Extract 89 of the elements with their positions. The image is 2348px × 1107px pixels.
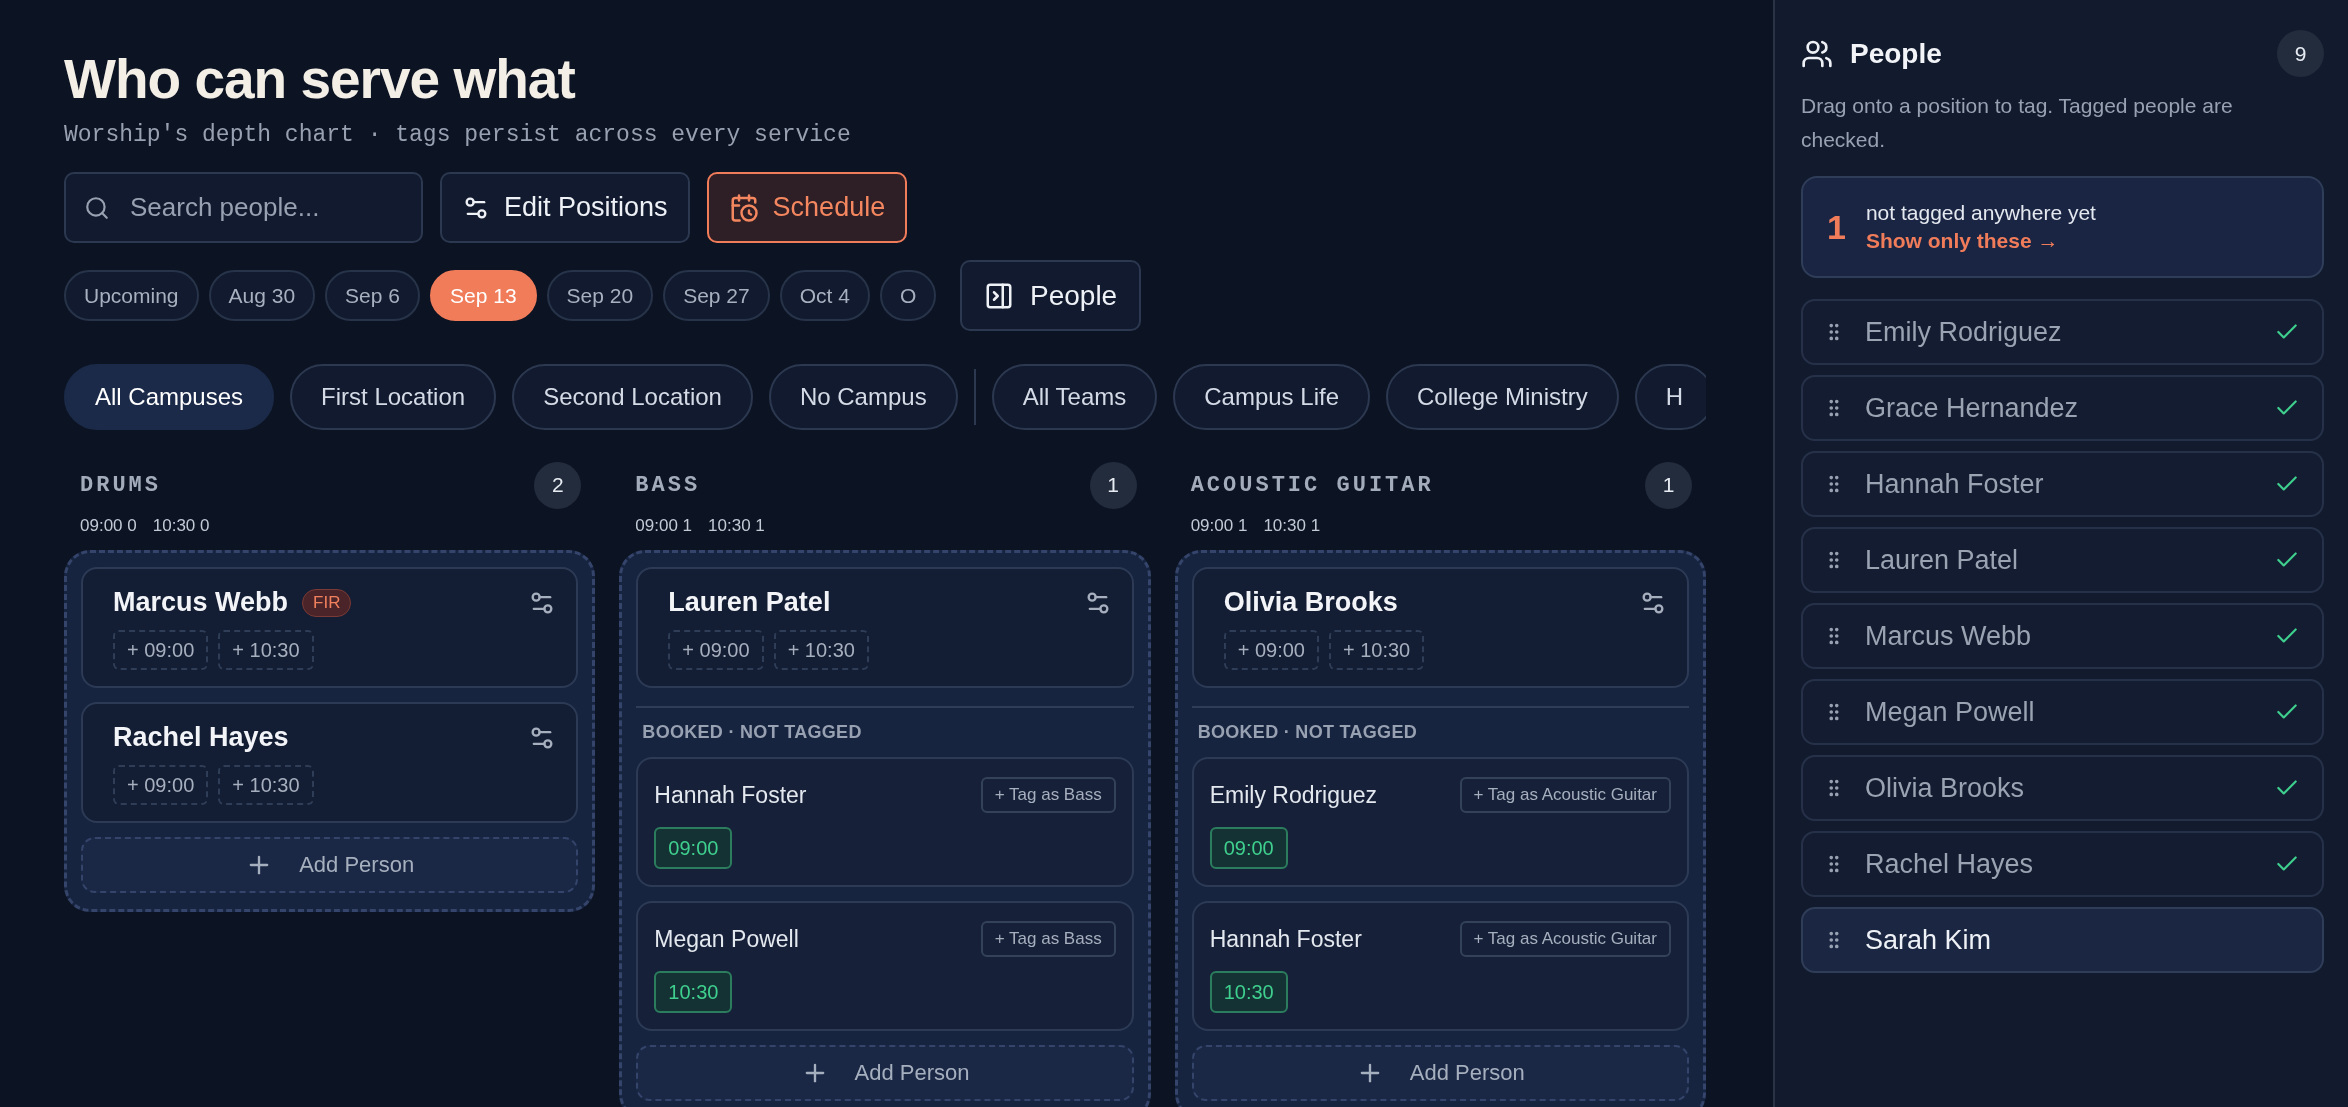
person-name: Emily Rodriguez xyxy=(1209,781,1378,809)
page-title: Who can serve what xyxy=(64,47,576,112)
search-icon xyxy=(84,194,110,221)
person-name: Lauren Patel xyxy=(668,587,831,618)
date-pill[interactable]: Sep 27 xyxy=(663,270,770,321)
add-slot-button[interactable]: + 09:00 xyxy=(113,765,209,805)
slot-count: 09:00 1 xyxy=(1190,516,1248,536)
date-pill[interactable]: Upcoming xyxy=(64,270,199,321)
tag-button[interactable]: + Tag as Bass xyxy=(980,921,1116,957)
time-chip: 10:30 xyxy=(1209,971,1288,1013)
time-chip: 10:30 xyxy=(654,971,733,1013)
campus-filter-chip[interactable]: Second Location xyxy=(512,364,753,430)
person-name: Megan Powell xyxy=(1865,696,2036,728)
campus-filter-chip[interactable]: First Location xyxy=(290,364,497,430)
schedule-button[interactable]: Schedule xyxy=(706,172,908,243)
person-row[interactable]: Lauren Patel xyxy=(1801,527,2324,594)
position-title: BASS xyxy=(635,472,701,498)
person-name: Grace Hernandez xyxy=(1865,392,2080,424)
count-badge: 9 xyxy=(2277,30,2324,77)
panel-hint: Drag onto a position to tag. Tagged people are checked. xyxy=(1801,93,2234,153)
person-name: Olivia Brooks xyxy=(1865,772,2026,804)
person-name: Olivia Brooks xyxy=(1223,587,1398,618)
person-name: Hannah Foster xyxy=(654,781,807,809)
page-subtitle: Worship's depth chart · tags persist across every service xyxy=(64,122,852,148)
show-only-these-link[interactable]: Show only these → xyxy=(1865,229,2096,254)
person-row[interactable]: Hannah Foster xyxy=(1801,451,2324,518)
untagged-text: not tagged anywhere yet xyxy=(1865,201,2096,226)
tag-button[interactable]: + Tag as Acoustic Guitar xyxy=(1459,921,1671,957)
person-name: Marcus Webb xyxy=(1865,620,2033,652)
person-row[interactable]: Megan Powell xyxy=(1801,679,2324,746)
team-filter-chip[interactable]: All Teams xyxy=(991,364,1158,430)
add-slot-button[interactable]: + 09:00 xyxy=(668,630,764,670)
person-row[interactable]: Sarah Kim xyxy=(1801,907,2324,974)
person-name: Marcus Webb xyxy=(113,587,289,618)
date-pill[interactable]: Sep 6 xyxy=(325,270,420,321)
person-name: Rachel Hayes xyxy=(1865,848,2035,880)
time-chip: 09:00 xyxy=(654,827,733,869)
count-badge: 1 xyxy=(1645,461,1692,509)
person-row[interactable]: Olivia Brooks xyxy=(1801,755,2324,822)
add-slot-button[interactable]: + 10:30 xyxy=(218,765,314,805)
person-name: Hannah Foster xyxy=(1865,468,2045,500)
person-name: Emily Rodriguez xyxy=(1865,316,2063,348)
add-slot-button[interactable]: + 09:00 xyxy=(1223,630,1319,670)
edit-positions-button[interactable]: Edit Positions xyxy=(440,172,690,243)
date-pill[interactable]: Oct 4 xyxy=(779,270,870,321)
campus-filter-chip[interactable]: No Campus xyxy=(768,364,958,430)
slot-count: 10:30 0 xyxy=(152,516,210,536)
team-filter-chip[interactable]: H xyxy=(1634,364,1706,430)
position-title: ACOUSTIC GUITAR xyxy=(1190,472,1434,498)
time-chip: 09:00 xyxy=(1209,827,1288,869)
count-badge: 1 xyxy=(1089,461,1137,509)
person-row[interactable]: Rachel Hayes xyxy=(1801,831,2324,898)
tag-button[interactable]: + Tag as Bass xyxy=(980,777,1116,813)
slot-count: 10:30 1 xyxy=(708,516,765,536)
section-label: BOOKED · NOT TAGGED xyxy=(641,722,863,743)
slot-count: 09:00 1 xyxy=(635,516,693,536)
position-title: DRUMS xyxy=(80,472,161,498)
date-pill[interactable]: Aug 30 xyxy=(208,270,316,321)
add-slot-button[interactable]: + 10:30 xyxy=(218,630,314,670)
team-filter-chip[interactable]: College Ministry xyxy=(1386,364,1619,430)
untagged-count: 1 xyxy=(1827,207,1846,247)
person-row[interactable]: Grace Hernandez xyxy=(1801,375,2324,442)
add-person-button[interactable]: Add Person xyxy=(1191,1045,1689,1101)
person-row[interactable]: Emily Rodriguez xyxy=(1801,299,2324,366)
people-panel-button[interactable]: People xyxy=(960,260,1142,331)
slot-count: 10:30 1 xyxy=(1263,516,1321,536)
person-name: Sarah Kim xyxy=(1865,924,1993,956)
date-pill[interactable]: Sep 20 xyxy=(546,270,654,321)
add-slot-button[interactable]: + 10:30 xyxy=(1328,630,1425,670)
search-field[interactable]: Search people... xyxy=(64,172,423,243)
tag-button[interactable]: + Tag as Acoustic Guitar xyxy=(1459,777,1671,813)
person-name: Hannah Foster xyxy=(1209,925,1362,953)
campus-filter-chip[interactable]: All Campuses xyxy=(64,364,275,430)
person-row[interactable]: Marcus Webb xyxy=(1801,603,2324,670)
add-slot-button[interactable]: + 09:00 xyxy=(113,630,209,670)
campus-tag: FIR xyxy=(302,588,352,617)
person-name: Megan Powell xyxy=(654,925,799,953)
section-label: BOOKED · NOT TAGGED xyxy=(1196,722,1419,743)
add-slot-button[interactable]: + 10:30 xyxy=(773,630,869,670)
slot-count: 09:00 0 xyxy=(80,516,137,536)
calendar-clock-icon xyxy=(728,192,759,223)
panel-title: People xyxy=(1850,37,1942,70)
person-name: Lauren Patel xyxy=(1865,544,2020,576)
date-pill[interactable]: O xyxy=(879,270,937,321)
team-filter-chip[interactable]: Campus Life xyxy=(1173,364,1370,430)
add-person-button[interactable]: Add Person xyxy=(636,1045,1134,1101)
person-name: Rachel Hayes xyxy=(113,722,289,753)
count-badge: 2 xyxy=(534,461,582,509)
add-person-button[interactable]: Add Person xyxy=(81,837,579,893)
